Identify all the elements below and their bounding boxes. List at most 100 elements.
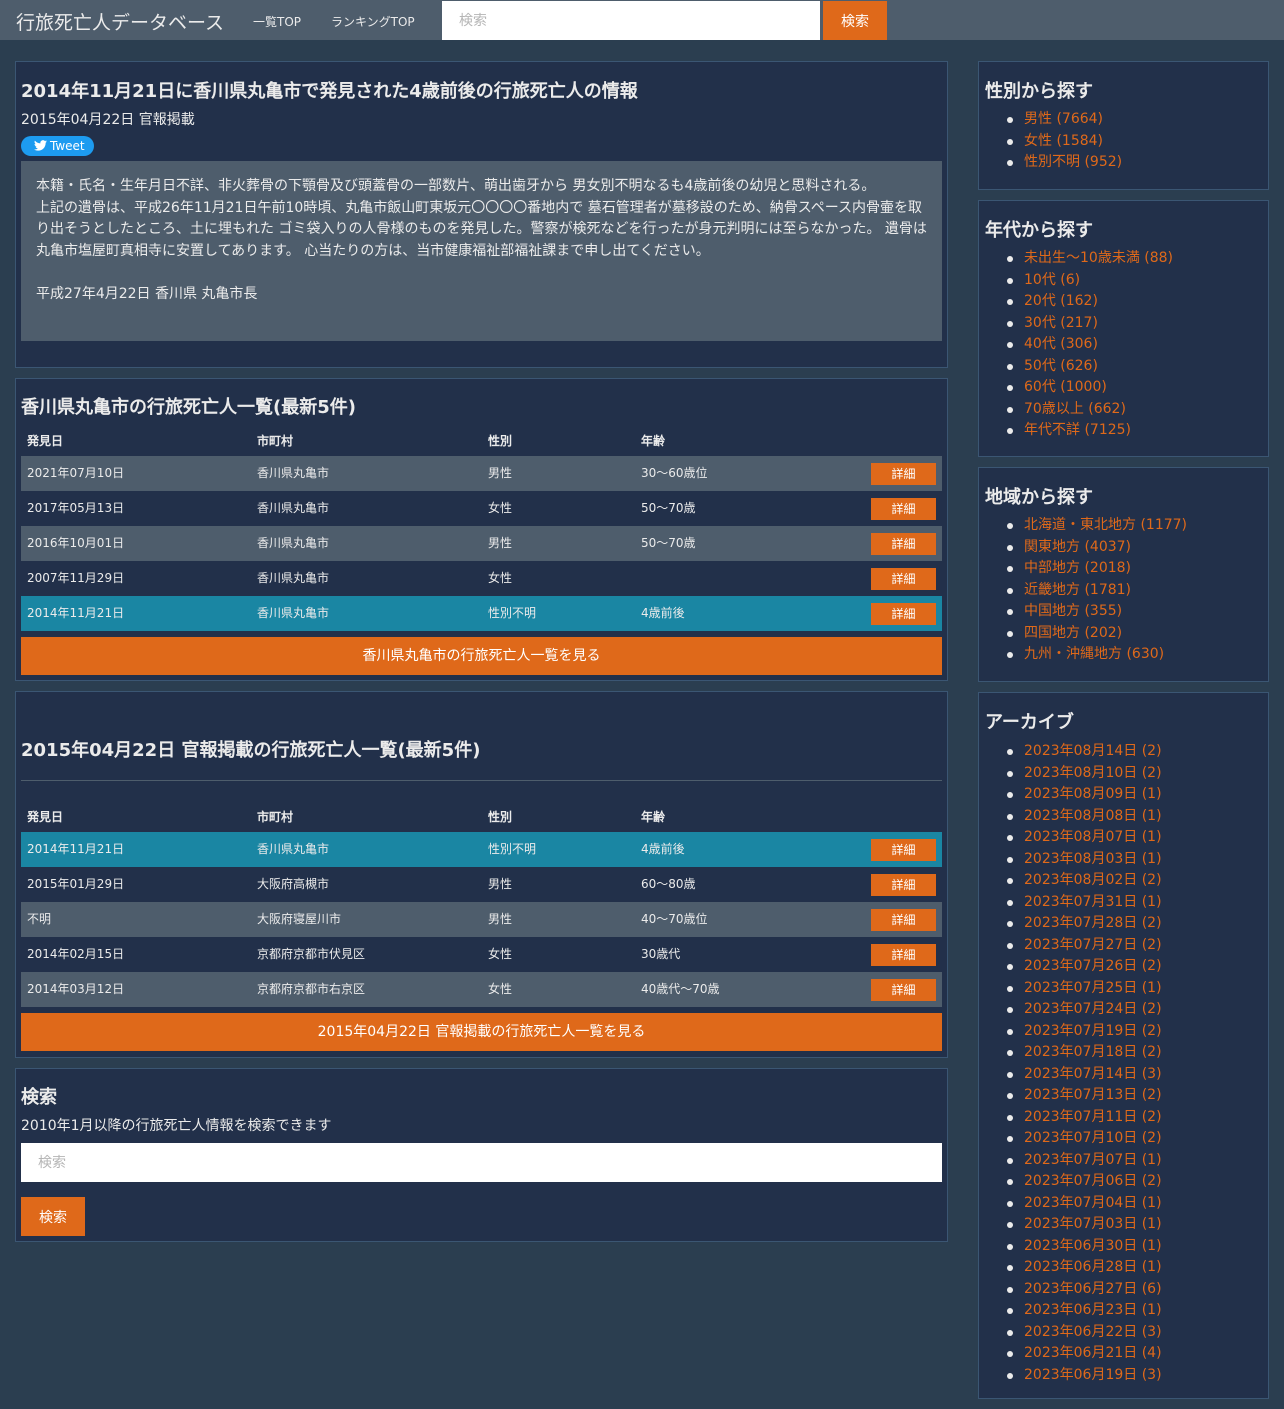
archive-link[interactable]: 2023年07月13日 (2)	[1024, 1087, 1162, 1103]
archive-link[interactable]: 2023年08月09日 (1)	[1024, 786, 1162, 802]
detail-body: 本籍・氏名・生年月日不詳、非火葬骨の下顎骨及び頭蓋骨の一部数片、萌出歯牙から 男…	[21, 161, 942, 341]
archive-link[interactable]: 2023年07月06日 (2)	[1024, 1173, 1162, 1189]
archive-link[interactable]: 2023年08月03日 (1)	[1024, 851, 1162, 867]
list-item: 50代 (626)	[1006, 356, 1173, 378]
age-link[interactable]: 60代 (1000)	[1024, 379, 1107, 395]
region-link[interactable]: 中部地方 (2018)	[1024, 560, 1131, 576]
search-button[interactable]: 検索	[21, 1197, 85, 1236]
archive-link[interactable]: 2023年06月21日 (4)	[1024, 1345, 1162, 1361]
archive-link[interactable]: 2023年07月28日 (2)	[1024, 915, 1162, 931]
archive-link[interactable]: 2023年07月10日 (2)	[1024, 1130, 1162, 1146]
detail-button[interactable]: 詳細	[871, 603, 936, 625]
detail-button[interactable]: 詳細	[871, 909, 936, 931]
table-row-current: 2014年11月21日 香川県丸亀市 性別不明 4歳前後 詳細	[21, 596, 942, 631]
list-item: 2023年07月13日 (2)	[1007, 1085, 1162, 1107]
detail-panel: 2014年11月21日に香川県丸亀市で発見された4歳前後の行旅死亡人の情報 20…	[15, 61, 948, 368]
cell-municipality: 京都府京都市右京区	[257, 982, 366, 996]
age-link[interactable]: 年代不詳 (7125)	[1024, 422, 1131, 438]
detail-title: 2014年11月21日に香川県丸亀市で発見された4歳前後の行旅死亡人の情報	[21, 81, 638, 102]
archive-link[interactable]: 2023年06月23日 (1)	[1024, 1302, 1162, 1318]
detail-button[interactable]: 詳細	[871, 463, 936, 485]
sidebar-gender-title: 性別から探す	[985, 81, 1093, 102]
gender-link-male[interactable]: 男性 (7664)	[1024, 111, 1103, 127]
age-link[interactable]: 50代 (626)	[1024, 358, 1098, 374]
search-input[interactable]	[21, 1143, 942, 1182]
list-item: 2023年07月10日 (2)	[1007, 1128, 1162, 1150]
sidebar-age-title: 年代から探す	[985, 220, 1093, 241]
age-link[interactable]: 30代 (217)	[1024, 315, 1098, 331]
region-link[interactable]: 関東地方 (4037)	[1024, 539, 1131, 555]
city-list-more-button[interactable]: 香川県丸亀市の行旅死亡人一覧を見る	[21, 637, 942, 675]
cell-date: 2016年10月01日	[27, 536, 125, 550]
archive-link[interactable]: 2023年06月19日 (3)	[1024, 1367, 1162, 1383]
cell-date: 不明	[27, 912, 52, 926]
archive-link[interactable]: 2023年08月14日 (2)	[1024, 743, 1162, 759]
age-link[interactable]: 20代 (162)	[1024, 293, 1098, 309]
nav-list-top[interactable]: 一覧TOP	[253, 13, 301, 30]
detail-button[interactable]: 詳細	[871, 568, 936, 590]
cell-gender: 男性	[488, 877, 513, 891]
archive-link[interactable]: 2023年07月07日 (1)	[1024, 1152, 1162, 1168]
archive-link[interactable]: 2023年06月28日 (1)	[1024, 1259, 1162, 1275]
date-list-title: 2015年04月22日 官報掲載の行旅死亡人一覧(最新5件)	[21, 740, 481, 761]
archive-link[interactable]: 2023年07月24日 (2)	[1024, 1001, 1162, 1017]
detail-button[interactable]: 詳細	[871, 979, 936, 1001]
archive-link[interactable]: 2023年07月11日 (2)	[1024, 1109, 1162, 1125]
archive-link[interactable]: 2023年07月04日 (1)	[1024, 1195, 1162, 1211]
nav-search-input[interactable]	[442, 1, 820, 40]
detail-button[interactable]: 詳細	[871, 874, 936, 896]
archive-link[interactable]: 2023年08月08日 (1)	[1024, 808, 1162, 824]
detail-button[interactable]: 詳細	[871, 944, 936, 966]
list-item: 2023年07月26日 (2)	[1007, 956, 1162, 978]
region-link[interactable]: 中国地方 (355)	[1024, 603, 1122, 619]
archive-link[interactable]: 2023年08月02日 (2)	[1024, 872, 1162, 888]
archive-link[interactable]: 2023年06月30日 (1)	[1024, 1238, 1162, 1254]
date-list-more-button[interactable]: 2015年04月22日 官報掲載の行旅死亡人一覧を見る	[21, 1013, 942, 1051]
header-gender: 性別	[488, 810, 513, 824]
nav-search-button[interactable]: 検索	[823, 1, 887, 40]
detail-button[interactable]: 詳細	[871, 839, 936, 861]
list-item: 男性 (7664)	[1006, 109, 1122, 131]
archive-link[interactable]: 2023年07月19日 (2)	[1024, 1023, 1162, 1039]
archive-link[interactable]: 2023年07月25日 (1)	[1024, 980, 1162, 996]
nav-ranking-top[interactable]: ランキングTOP	[331, 13, 415, 30]
list-item: 2023年07月06日 (2)	[1007, 1171, 1162, 1193]
archive-link[interactable]: 2023年06月27日 (6)	[1024, 1281, 1162, 1297]
archive-link[interactable]: 2023年07月27日 (2)	[1024, 937, 1162, 953]
region-link[interactable]: 九州・沖縄地方 (630)	[1024, 646, 1164, 662]
cell-gender: 男性	[488, 466, 513, 480]
archive-link[interactable]: 2023年07月14日 (3)	[1024, 1066, 1162, 1082]
archive-link[interactable]: 2023年06月22日 (3)	[1024, 1324, 1162, 1340]
archive-link[interactable]: 2023年08月07日 (1)	[1024, 829, 1162, 845]
tweet-label: Tweet	[50, 139, 85, 153]
list-item: 年代不詳 (7125)	[1006, 420, 1173, 442]
detail-button[interactable]: 詳細	[871, 498, 936, 520]
age-link[interactable]: 10代 (6)	[1024, 272, 1080, 288]
detail-signature: 平成27年4月22日 香川県 丸亀市長	[36, 285, 258, 302]
region-link[interactable]: 近畿地方 (1781)	[1024, 582, 1131, 598]
archive-link[interactable]: 2023年07月18日 (2)	[1024, 1044, 1162, 1060]
table-header: 発見日 市町村 性別 年齢	[21, 426, 942, 456]
list-item: 2023年06月28日 (1)	[1007, 1257, 1162, 1279]
tweet-button[interactable]: Tweet	[21, 136, 94, 156]
archive-link[interactable]: 2023年07月31日 (1)	[1024, 894, 1162, 910]
date-list-panel: 2015年04月22日 官報掲載の行旅死亡人一覧(最新5件) 発見日 市町村 性…	[15, 691, 948, 1058]
detail-body-line1: 本籍・氏名・生年月日不詳、非火葬骨の下顎骨及び頭蓋骨の一部数片、萌出歯牙から 男…	[36, 178, 876, 194]
table-header: 発見日 市町村 性別 年齢	[21, 802, 942, 832]
age-link[interactable]: 70歳以上 (662)	[1024, 401, 1126, 417]
gender-link-female[interactable]: 女性 (1584)	[1024, 133, 1103, 149]
archive-link[interactable]: 2023年07月03日 (1)	[1024, 1216, 1162, 1232]
list-item: 2023年06月27日 (6)	[1007, 1279, 1162, 1301]
region-link[interactable]: 四国地方 (202)	[1024, 625, 1122, 641]
gender-link-unknown[interactable]: 性別不明 (952)	[1024, 154, 1122, 170]
cell-gender: 女性	[488, 501, 513, 515]
detail-button[interactable]: 詳細	[871, 533, 936, 555]
list-item: 60代 (1000)	[1006, 377, 1173, 399]
region-link[interactable]: 北海道・東北地方 (1177)	[1024, 517, 1187, 533]
site-brand[interactable]: 行旅死亡人データベース	[16, 8, 224, 35]
age-link[interactable]: 40代 (306)	[1024, 336, 1098, 352]
archive-link[interactable]: 2023年08月10日 (2)	[1024, 765, 1162, 781]
archive-link[interactable]: 2023年07月26日 (2)	[1024, 958, 1162, 974]
cell-gender: 女性	[488, 571, 513, 585]
age-link[interactable]: 未出生～10歳未満 (88)	[1024, 250, 1173, 266]
